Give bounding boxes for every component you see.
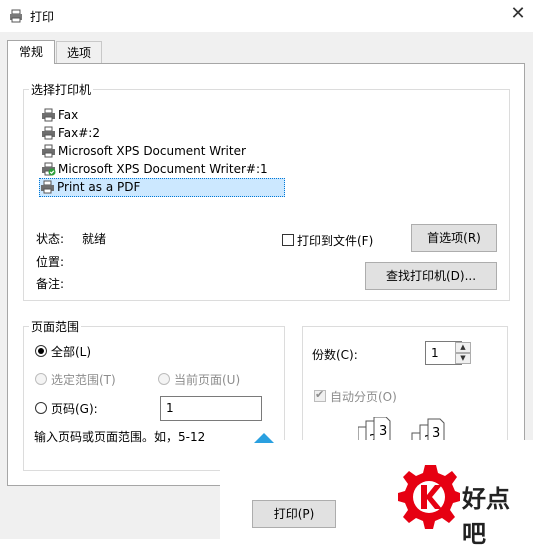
printer-icon bbox=[42, 108, 55, 122]
printer-list-item-selected[interactable]: Print as a PDF bbox=[39, 178, 285, 197]
find-printer-button[interactable]: 查找打印机(D)... bbox=[365, 262, 497, 290]
svg-text:3: 3 bbox=[432, 426, 440, 441]
all-pages-label[interactable]: 全部(L) bbox=[51, 343, 91, 360]
printer-list-item[interactable]: Fax bbox=[41, 107, 78, 124]
printer-name: Microsoft XPS Document Writer#:1 bbox=[58, 162, 268, 176]
print-to-file-label[interactable]: 打印到文件(F) bbox=[297, 232, 373, 249]
status-value: 就绪 bbox=[82, 232, 107, 246]
close-icon: ✕ bbox=[510, 3, 526, 24]
printer-list-item[interactable]: Microsoft XPS Document Writer#:1 bbox=[41, 161, 268, 178]
scroll-arrow-icon bbox=[254, 433, 274, 443]
watermark-logo-icon bbox=[398, 465, 460, 529]
page-range-label: 页面范围 bbox=[29, 318, 82, 335]
printer-icon bbox=[42, 126, 55, 140]
print-to-file-checkbox[interactable] bbox=[282, 234, 294, 246]
printer-list-item[interactable]: Microsoft XPS Document Writer bbox=[41, 143, 246, 160]
current-page-radio[interactable] bbox=[158, 373, 170, 385]
page-range-hint: 输入页码或页面范围。如，5-12 bbox=[34, 430, 206, 444]
all-pages-radio[interactable] bbox=[35, 345, 47, 357]
printer-icon bbox=[41, 180, 54, 194]
status-label: 状态: bbox=[36, 232, 65, 246]
printer-name: Fax#:2 bbox=[58, 126, 100, 140]
pages-label[interactable]: 页码(G): bbox=[51, 400, 98, 417]
location-label: 位置: bbox=[36, 255, 65, 269]
printer-icon bbox=[42, 144, 55, 158]
spin-up-icon: ▲ bbox=[460, 343, 466, 351]
tab-options[interactable]: 选项 bbox=[56, 41, 102, 63]
svg-text:3: 3 bbox=[379, 424, 387, 439]
printer-name: Microsoft XPS Document Writer bbox=[58, 144, 246, 158]
print-button[interactable]: 打印(P) bbox=[252, 500, 336, 528]
current-page-label[interactable]: 当前页面(U) bbox=[174, 371, 240, 388]
printer-icon bbox=[10, 9, 22, 23]
close-button[interactable]: ✕ bbox=[505, 2, 531, 28]
copies-decrement-button[interactable]: ▼ bbox=[455, 353, 471, 364]
copies-label: 份数(C): bbox=[312, 348, 358, 362]
window-title: 打印 bbox=[30, 10, 55, 24]
title-bar bbox=[0, 0, 533, 32]
tab-general[interactable]: 常规 bbox=[7, 40, 55, 64]
printer-list-item[interactable]: Fax#:2 bbox=[41, 125, 100, 142]
copies-increment-button[interactable]: ▲ bbox=[455, 342, 471, 353]
check-icon: ✔ bbox=[315, 388, 325, 401]
comment-label: 备注: bbox=[36, 277, 65, 291]
printer-default-icon bbox=[42, 162, 56, 176]
printer-group-label: 选择打印机 bbox=[29, 81, 94, 98]
collate-checkbox[interactable]: ✔ bbox=[314, 388, 326, 402]
preferences-button[interactable]: 首选项(R) bbox=[411, 224, 497, 252]
pages-radio[interactable] bbox=[35, 402, 47, 414]
selection-radio[interactable] bbox=[35, 373, 47, 385]
pages-input[interactable]: 1 bbox=[160, 396, 262, 421]
collate-label[interactable]: 自动分页(O) bbox=[330, 388, 397, 405]
printer-name: Print as a PDF bbox=[57, 180, 141, 194]
spin-down-icon: ▼ bbox=[460, 354, 466, 362]
printer-name: Fax bbox=[58, 108, 79, 122]
selection-label[interactable]: 选定范围(T) bbox=[51, 371, 116, 388]
